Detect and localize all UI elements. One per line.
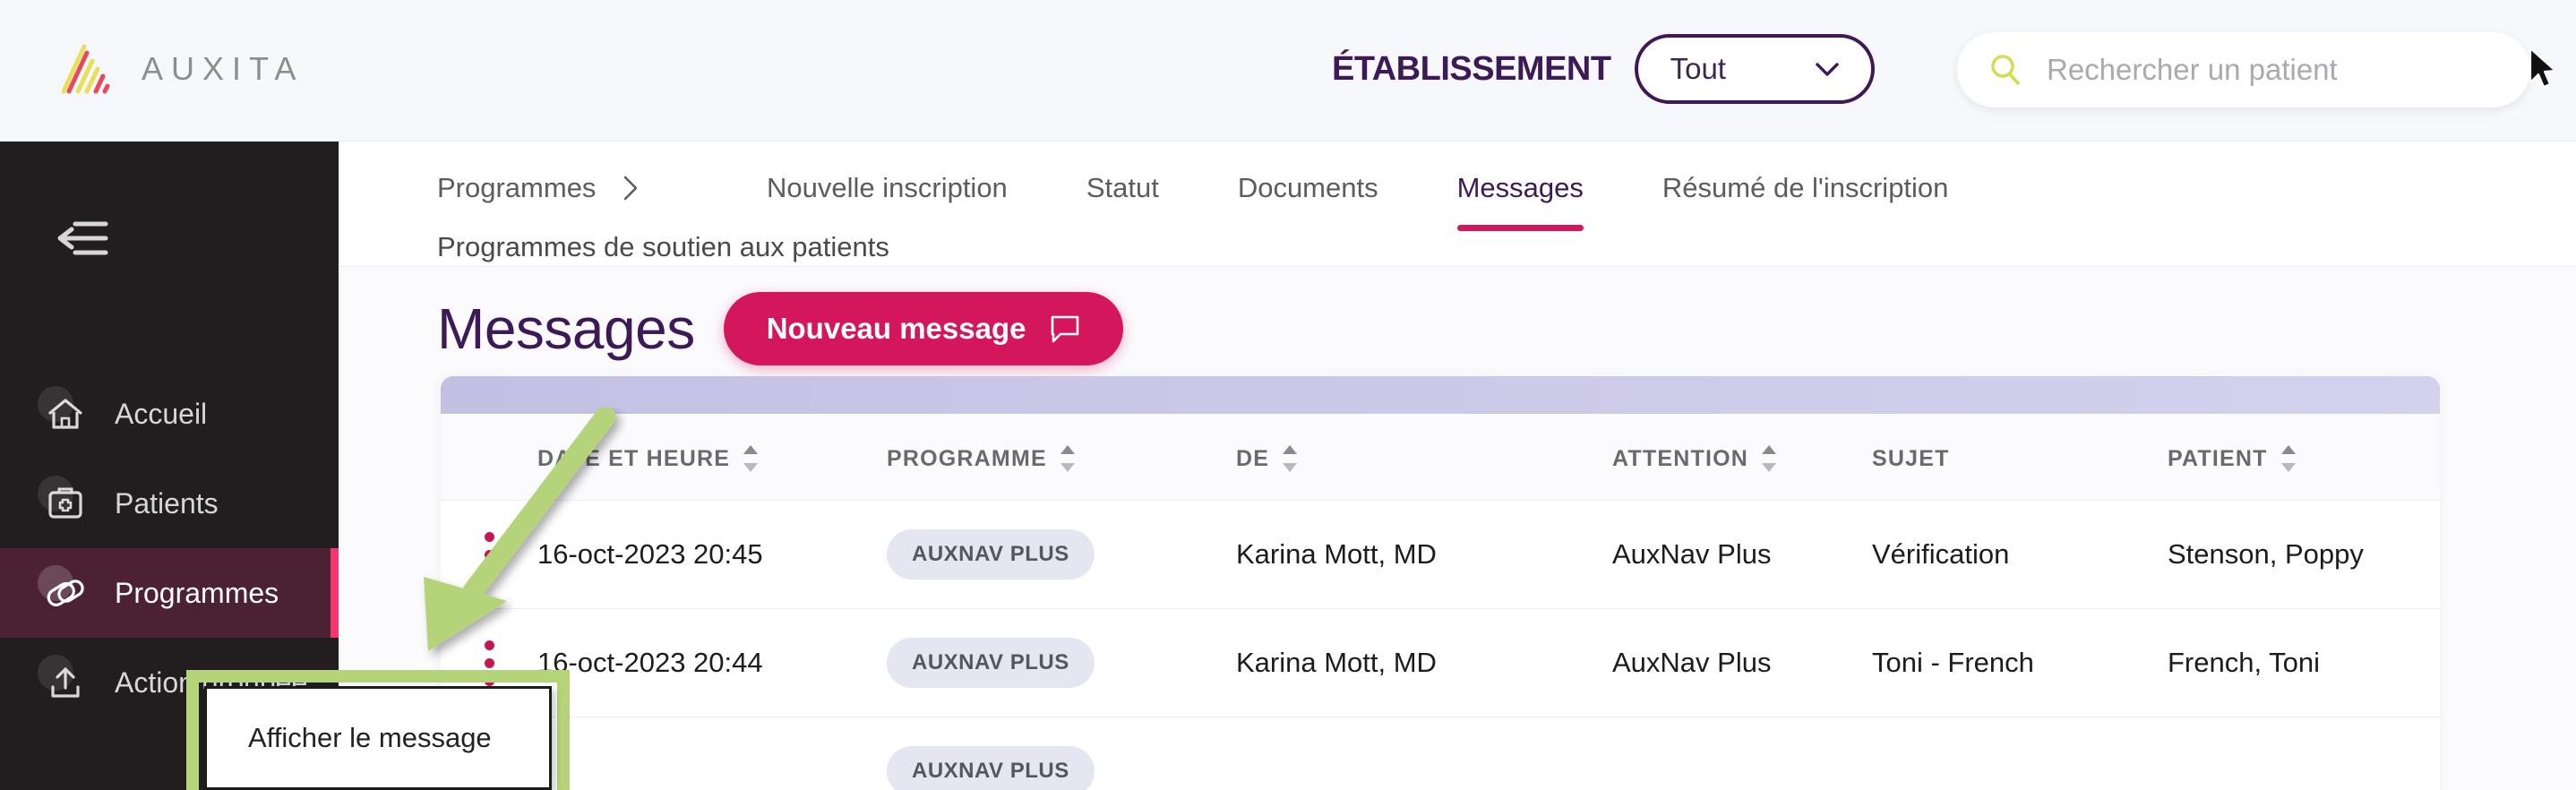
kebab-menu-icon[interactable] bbox=[441, 531, 537, 578]
column-header-label: DATE ET HEURE bbox=[537, 445, 731, 471]
establishment-selector-group: ÉTABLISSEMENT Tout bbox=[1332, 34, 1875, 104]
column-header-patient[interactable]: PATIENT bbox=[2168, 414, 2440, 501]
program-badge: AUXNAV PLUS bbox=[887, 746, 1095, 790]
tab-label: Statut bbox=[1086, 172, 1159, 203]
page-header: Messages Nouveau message bbox=[437, 292, 1123, 365]
breadcrumb: Programmes bbox=[437, 172, 665, 204]
cell-programme: AUXNAV PLUS bbox=[887, 608, 1236, 717]
column-header-label: SUJET bbox=[1872, 445, 1950, 471]
cell-date bbox=[537, 717, 887, 790]
sort-arrows-icon[interactable] bbox=[1282, 444, 1298, 473]
chevron-right-icon bbox=[624, 176, 638, 201]
column-header-de[interactable]: DE bbox=[1236, 414, 1612, 501]
table-top-strip bbox=[441, 376, 2440, 414]
speech-bubble-icon bbox=[1051, 315, 1078, 343]
cell-attention: AuxNav Plus bbox=[1612, 608, 1872, 717]
messages-table: DATE ET HEURE PROGRAMME DE ATTENTION SUJ… bbox=[441, 414, 2440, 790]
tab-documents[interactable]: Documents bbox=[1238, 142, 1378, 204]
app-root: AUXITA ÉTABLISSEMENT Tout Rechercher un … bbox=[0, 0, 2576, 790]
column-header-label: DE bbox=[1236, 445, 1270, 471]
table-row[interactable]: AUXNAV PLUS bbox=[441, 717, 2440, 790]
establishment-label: ÉTABLISSEMENT bbox=[1332, 49, 1611, 88]
sidebar-item-patients[interactable]: Patients bbox=[0, 459, 339, 548]
column-header-sujet: SUJET bbox=[1872, 414, 2168, 501]
upload-icon bbox=[38, 655, 88, 705]
messages-table-card: DATE ET HEURE PROGRAMME DE ATTENTION SUJ… bbox=[441, 376, 2440, 790]
row-menu-cell[interactable] bbox=[441, 500, 537, 609]
sidebar-item-accueil[interactable]: Accueil bbox=[0, 369, 339, 459]
cell-sujet: Toni - French bbox=[1872, 608, 2168, 717]
pill-icon bbox=[38, 565, 88, 615]
tab-label: Messages bbox=[1456, 172, 1584, 203]
column-header-label: ATTENTION bbox=[1612, 445, 1748, 471]
sidebar-item-label: Patients bbox=[115, 486, 219, 520]
cell-date: 16-oct-2023 20:44 bbox=[537, 608, 887, 717]
tab-bar: Programmes Programmes de soutien aux pat… bbox=[339, 142, 2576, 267]
new-message-label: Nouveau message bbox=[766, 312, 1026, 345]
auxita-stripes-logo-icon bbox=[61, 44, 110, 94]
cell-patient bbox=[2168, 717, 2440, 790]
sidebar-item-programmes[interactable]: Programmes bbox=[0, 548, 339, 638]
tabs: Nouvelle inscription Statut Documents Me… bbox=[767, 142, 2027, 267]
cell-attention bbox=[1612, 717, 1872, 790]
cell-sujet: Vérification bbox=[1872, 500, 2168, 609]
column-header-programme[interactable]: PROGRAMME bbox=[887, 414, 1236, 501]
table-head: DATE ET HEURE PROGRAMME DE ATTENTION SUJ… bbox=[441, 414, 2440, 501]
cell-sujet bbox=[1872, 717, 2168, 790]
sidebar-item-label: Programmes bbox=[115, 576, 279, 609]
cell-de: Karina Mott, MD bbox=[1236, 608, 1612, 717]
cell-date: 16-oct-2023 20:45 bbox=[537, 500, 887, 609]
chevron-down-icon bbox=[1815, 62, 1839, 76]
sort-arrows-icon[interactable] bbox=[1761, 444, 1777, 473]
cell-de: Karina Mott, MD bbox=[1236, 500, 1612, 609]
cell-attention: AuxNav Plus bbox=[1612, 500, 1872, 609]
tab-statut[interactable]: Statut bbox=[1086, 142, 1159, 204]
sidebar-item-label: Accueil bbox=[115, 397, 208, 430]
column-header-label: PATIENT bbox=[2168, 445, 2268, 471]
patient-search-bar[interactable] bbox=[1957, 32, 2530, 107]
mouse-pointer-icon bbox=[2529, 47, 2557, 89]
establishment-value: Tout bbox=[1670, 52, 1726, 85]
sort-arrows-icon[interactable] bbox=[2280, 444, 2297, 473]
cell-de bbox=[1236, 717, 1612, 790]
sort-arrows-icon[interactable] bbox=[1060, 444, 1076, 473]
cell-programme: AUXNAV PLUS bbox=[887, 717, 1236, 790]
top-header: AUXITA ÉTABLISSEMENT Tout bbox=[0, 0, 2576, 142]
establishment-dropdown[interactable]: Tout bbox=[1634, 34, 1875, 104]
tab-label: Nouvelle inscription bbox=[767, 172, 1008, 203]
cell-patient: Stenson, Poppy bbox=[2168, 500, 2440, 609]
table-body: 16-oct-2023 20:45 AUXNAV PLUS Karina Mot… bbox=[441, 500, 2440, 790]
sort-arrows-icon[interactable] bbox=[743, 444, 759, 473]
search-icon bbox=[1991, 55, 2020, 85]
search-input[interactable] bbox=[2047, 32, 2500, 107]
brand[interactable]: AUXITA bbox=[56, 41, 304, 97]
breadcrumb-root[interactable]: Programmes bbox=[437, 172, 596, 204]
table-row[interactable]: 16-oct-2023 20:44 AUXNAV PLUS Karina Mot… bbox=[441, 608, 2440, 717]
collapse-sidebar-button[interactable] bbox=[50, 213, 124, 263]
tab-label: Documents bbox=[1237, 172, 1378, 203]
column-header-menu bbox=[441, 414, 537, 501]
column-header-attention[interactable]: ATTENTION bbox=[1612, 414, 1872, 501]
collapse-sidebar-arrow-icon bbox=[57, 221, 108, 255]
home-icon bbox=[38, 386, 88, 436]
tab-messages[interactable]: Messages bbox=[1456, 142, 1584, 231]
new-message-button[interactable]: Nouveau message bbox=[723, 292, 1123, 365]
column-header-date[interactable]: DATE ET HEURE bbox=[537, 414, 887, 501]
table-row[interactable]: 16-oct-2023 20:45 AUXNAV PLUS Karina Mot… bbox=[441, 500, 2440, 609]
tab-resume-inscription[interactable]: Résumé de l'inscription bbox=[1662, 142, 1949, 204]
context-menu-item-label: Afficher le message bbox=[248, 722, 492, 753]
column-header-label: PROGRAMME bbox=[887, 445, 1047, 471]
medical-bag-icon bbox=[38, 476, 88, 526]
table-header-row: DATE ET HEURE PROGRAMME DE ATTENTION SUJ… bbox=[441, 414, 2440, 501]
program-badge: AUXNAV PLUS bbox=[887, 529, 1095, 580]
cell-programme: AUXNAV PLUS bbox=[887, 500, 1236, 609]
tab-label: Résumé de l'inscription bbox=[1662, 172, 1949, 203]
cell-patient: French, Toni bbox=[2168, 608, 2440, 717]
context-menu-afficher-le-message[interactable]: Afficher le message bbox=[204, 686, 552, 790]
program-badge: AUXNAV PLUS bbox=[887, 638, 1095, 688]
tab-nouvelle-inscription[interactable]: Nouvelle inscription bbox=[767, 142, 1008, 204]
page-title: Messages bbox=[437, 296, 695, 361]
brand-name: AUXITA bbox=[142, 50, 305, 87]
